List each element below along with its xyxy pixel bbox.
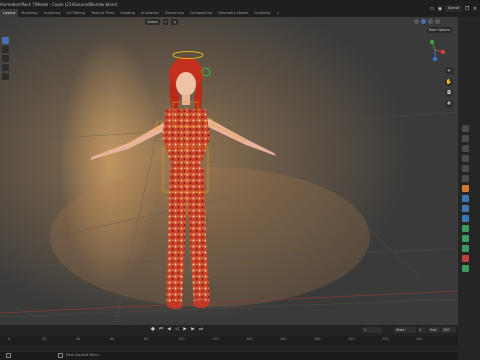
render-tab-icon[interactable]: [462, 135, 469, 142]
ruler-tick: 200: [348, 337, 355, 341]
texture-tab-icon[interactable]: [462, 265, 469, 272]
scene-tab-icon[interactable]: [462, 165, 469, 172]
world-tab-icon[interactable]: [462, 175, 469, 182]
viewport-header: Global ⌖ ◎: [0, 17, 458, 26]
camera-scene-icon[interactable]: ◉: [437, 6, 443, 12]
play-icon[interactable]: ▶: [182, 327, 188, 333]
ruler-tick: 180: [314, 337, 321, 341]
solid-shading-icon[interactable]: [421, 19, 426, 24]
workspace-tabs: Layout Modeling Sculpting UV Editing Texture…: [0, 9, 282, 17]
pose-options-button[interactable]: Pose Options: [426, 27, 452, 33]
mouse-left-icon: [6, 353, 11, 358]
status-bar: Pose Context Menu: [0, 352, 458, 360]
workspace-tab[interactable]: Animation: [138, 9, 162, 17]
zoom-icon[interactable]: +: [445, 67, 453, 75]
tool-tab-icon[interactable]: [462, 125, 469, 132]
ruler-tick: 120: [212, 337, 219, 341]
workspace-tab[interactable]: Rendering: [162, 9, 186, 17]
end-frame-label: End: [428, 327, 440, 333]
workspace-tab[interactable]: Layout: [0, 9, 19, 17]
mouse-right-icon: [58, 353, 63, 358]
timeline-ruler[interactable]: 0 20 40 60 80 100 120 140 160 180 200 220 240: [0, 336, 458, 346]
rendered-shading-icon[interactable]: [435, 19, 440, 24]
topbar: Animation\Pack 7\Model - Copie (23)\Sour…: [0, 0, 480, 17]
workspace-tab[interactable]: Texture Paint: [88, 9, 117, 17]
shading-buttons: [414, 19, 440, 24]
workspace-tab[interactable]: +: [273, 9, 282, 17]
bone-tab-icon[interactable]: [462, 245, 469, 252]
timeline-header: ● ⏮ ◀ ◁ ▶ ▶ ⏭ 1 Start 1 End 250: [0, 325, 458, 336]
start-frame-label: Start: [394, 327, 416, 333]
jump-end-icon[interactable]: ⏭: [198, 327, 204, 333]
workspace-tab[interactable]: Geometry Nodes: [215, 9, 251, 17]
toolbar: [2, 37, 9, 80]
snap-icon[interactable]: ⌖: [162, 18, 169, 25]
ruler-tick: 20: [42, 337, 47, 341]
physics-tab-icon[interactable]: [462, 215, 469, 222]
record-icon[interactable]: ●: [150, 327, 156, 333]
scale-tool-icon[interactable]: [2, 73, 9, 80]
ruler-tick: 140: [246, 337, 253, 341]
next-keyframe-icon[interactable]: ▶: [190, 327, 196, 333]
grid-icon[interactable]: #: [445, 100, 453, 108]
move-tool-icon[interactable]: [2, 55, 9, 62]
properties-tabs: [458, 17, 480, 360]
jump-start-icon[interactable]: ⏮: [158, 327, 164, 333]
status-text: Pose Context Menu: [66, 353, 99, 357]
ruler-tick: 60: [110, 337, 115, 341]
workspace-tab[interactable]: Modeling: [18, 9, 40, 17]
proportional-icon[interactable]: ◎: [171, 18, 179, 25]
material-shading-icon[interactable]: [428, 19, 433, 24]
prev-keyframe-icon[interactable]: ◀: [166, 327, 172, 333]
scene-selector[interactable]: Scene: [445, 5, 462, 12]
ruler-tick: 100: [178, 337, 185, 341]
ruler-tick: 220: [382, 337, 389, 341]
navigation-gizmo[interactable]: [424, 39, 446, 61]
material-tab-icon[interactable]: [462, 255, 469, 262]
rotate-tool-icon[interactable]: [2, 64, 9, 71]
screen-icon[interactable]: ▭: [429, 6, 435, 12]
ruler-tick: 40: [76, 337, 81, 341]
particles-tab-icon[interactable]: [462, 205, 469, 212]
playback-controls: ● ⏮ ◀ ◁ ▶ ▶ ⏭: [150, 327, 204, 333]
play-reverse-icon[interactable]: ◁: [174, 327, 180, 333]
current-frame-field[interactable]: 1: [362, 327, 382, 333]
ruler-tick: 80: [144, 337, 149, 341]
ruler-tick: 240: [416, 337, 423, 341]
ruler-tick: 160: [280, 337, 287, 341]
select-tool-icon[interactable]: [2, 37, 9, 44]
workspace-tab[interactable]: Shading: [117, 9, 138, 17]
window-title: Animation\Pack 7\Model - Copie (23)\Sour…: [0, 2, 117, 7]
workspace-tab[interactable]: Compositing: [187, 9, 216, 17]
view-layer-tab-icon[interactable]: [462, 155, 469, 162]
copy-icon[interactable]: ❐: [464, 6, 470, 12]
output-tab-icon[interactable]: [462, 145, 469, 152]
topbar-right: ▭ ◉ Scene ❐ ×: [370, 0, 480, 17]
constraint-tab-icon[interactable]: [462, 225, 469, 232]
3d-viewport[interactable]: Global ⌖ ◎ Pose Options + ✋ ◘ #: [0, 17, 458, 325]
end-frame-field[interactable]: 250: [441, 327, 456, 333]
modifier-tab-icon[interactable]: [462, 195, 469, 202]
viewport-scene: [0, 17, 458, 325]
start-frame-field[interactable]: 1: [418, 327, 426, 333]
camera-icon[interactable]: ◘: [445, 89, 453, 97]
navigation-tools: + ✋ ◘ #: [445, 67, 453, 108]
pan-icon[interactable]: ✋: [445, 78, 453, 86]
workspace-tab[interactable]: Scripting: [251, 9, 273, 17]
wireframe-shading-icon[interactable]: [414, 19, 419, 24]
cursor-tool-icon[interactable]: [2, 46, 9, 53]
object-tab-icon[interactable]: [462, 185, 469, 192]
transform-orientation-dropdown[interactable]: Global: [145, 18, 160, 25]
close-icon[interactable]: ×: [472, 6, 478, 12]
workspace-tab[interactable]: UV Editing: [63, 9, 88, 17]
data-tab-icon[interactable]: [462, 235, 469, 242]
ruler-tick: 0: [8, 337, 11, 341]
workspace-tab[interactable]: Sculpting: [41, 9, 64, 17]
